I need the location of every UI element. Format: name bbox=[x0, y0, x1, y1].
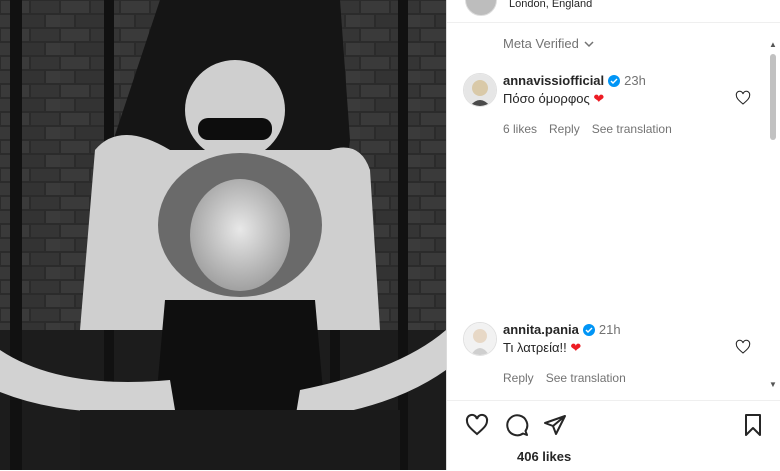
commenter-avatar[interactable] bbox=[463, 322, 497, 356]
share-button[interactable] bbox=[543, 413, 567, 437]
scroll-down-icon[interactable]: ▼ bbox=[768, 380, 778, 390]
meta-verified-row[interactable]: Meta Verified bbox=[503, 36, 595, 51]
comment-like-button[interactable] bbox=[735, 339, 751, 360]
comment-icon bbox=[506, 414, 529, 437]
post-location[interactable]: London, England bbox=[509, 0, 592, 10]
scroll-up-icon[interactable]: ▲ bbox=[768, 40, 778, 50]
heart-icon bbox=[735, 339, 751, 354]
commenter-avatar[interactable] bbox=[463, 73, 497, 107]
comment-meta: 6 likes Reply See translation bbox=[503, 122, 672, 136]
scrollbar-thumb[interactable] bbox=[770, 54, 776, 140]
comment-meta: Reply See translation bbox=[503, 371, 626, 385]
comment-text: Τι λατρεία!! bbox=[503, 340, 567, 355]
comment-button[interactable] bbox=[505, 413, 529, 437]
comment-likes[interactable]: 6 likes bbox=[503, 122, 537, 136]
post-actions-bar: 406 likes bbox=[447, 400, 780, 471]
comment-like-button[interactable] bbox=[735, 90, 751, 111]
red-heart-emoji: ❤ bbox=[593, 91, 605, 106]
comment-username[interactable]: annavissiofficial bbox=[503, 73, 604, 88]
comment-text-row: Τι λατρεία!! ❤ bbox=[503, 340, 581, 356]
heart-icon bbox=[735, 90, 751, 105]
comment-time[interactable]: 21h bbox=[599, 322, 621, 337]
avatar-image bbox=[464, 74, 496, 106]
meta-verified-label: Meta Verified bbox=[503, 36, 579, 51]
comment-username[interactable]: annita.pania bbox=[503, 322, 579, 337]
chevron-down-icon bbox=[584, 40, 594, 47]
save-button[interactable] bbox=[741, 413, 765, 437]
post-header: London, England bbox=[447, 0, 780, 23]
heart-icon bbox=[465, 413, 489, 436]
comments-scrollbar[interactable]: ▲ ▼ bbox=[768, 40, 778, 390]
post-photo[interactable] bbox=[0, 0, 446, 470]
comments-panel: London, England Meta Verified annavissio… bbox=[446, 0, 780, 470]
verified-badge-icon bbox=[582, 323, 595, 336]
verified-badge-icon bbox=[608, 74, 621, 87]
like-button[interactable] bbox=[465, 413, 489, 437]
post-likes-count[interactable]: 406 likes bbox=[517, 449, 571, 464]
author-avatar[interactable] bbox=[465, 0, 497, 16]
avatar-image bbox=[464, 323, 496, 355]
post-image bbox=[0, 0, 446, 470]
see-translation-button[interactable]: See translation bbox=[592, 122, 672, 136]
share-icon bbox=[544, 415, 566, 435]
comment-header: annita.pania 21h bbox=[503, 322, 621, 337]
see-translation-button[interactable]: See translation bbox=[546, 371, 626, 385]
reply-button[interactable]: Reply bbox=[503, 371, 534, 385]
comment-header: annavissiofficial 23h bbox=[503, 73, 646, 88]
comment-time[interactable]: 23h bbox=[624, 73, 646, 88]
bookmark-icon bbox=[745, 414, 761, 436]
comment-text: Πόσο όμορφος bbox=[503, 91, 594, 106]
red-heart-emoji: ❤ bbox=[570, 340, 582, 355]
comment-text-row: Πόσο όμορφος ❤ bbox=[503, 91, 604, 107]
reply-button[interactable]: Reply bbox=[549, 122, 580, 136]
